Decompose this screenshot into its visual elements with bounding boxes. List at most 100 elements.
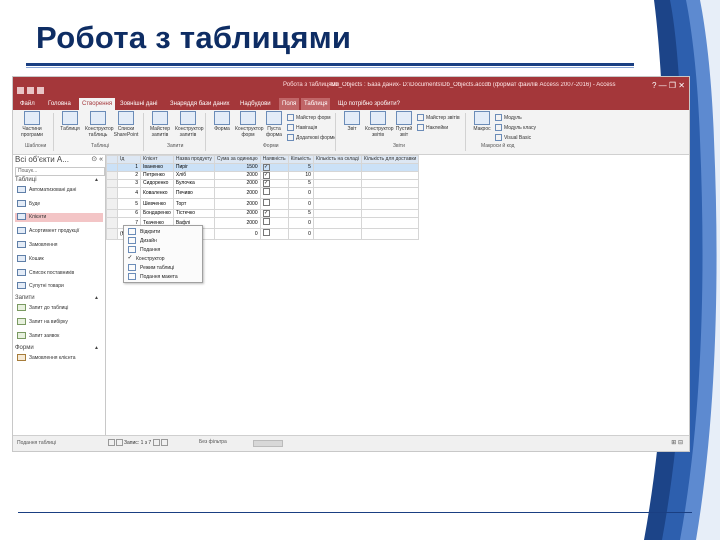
tab-external-data[interactable]: Зовнішні дані	[117, 98, 160, 110]
table-row[interactable]: 6 Бондаренко Тістечко 2000 ✓ 5	[106, 209, 420, 218]
table-cell[interactable]: 4	[117, 187, 141, 199]
nav-item-form[interactable]: Замовлення клієнта	[15, 354, 103, 363]
table-cell[interactable]	[259, 187, 289, 199]
menu-item-layout[interactable]: Подання макета	[124, 273, 202, 282]
table-cell[interactable]: Коваленко	[139, 187, 174, 199]
table-cell[interactable]: 2	[117, 171, 141, 180]
table-cell[interactable]: 5	[287, 163, 314, 172]
table-cell[interactable]: ✓	[259, 171, 289, 180]
view-switcher[interactable]: ⊞ ⊟	[671, 439, 683, 446]
nav-item-table[interactable]: Буде	[15, 200, 103, 209]
tab-fields[interactable]: Поля	[279, 98, 300, 110]
report-button[interactable]: Звіт	[339, 110, 365, 150]
checkbox-unchecked[interactable]	[262, 188, 270, 195]
nav-item-query[interactable]: Запит на вибірку	[15, 318, 103, 327]
table-cell[interactable]: Бондаренко	[139, 209, 174, 218]
table-cell[interactable]	[259, 198, 289, 210]
tab-database-tools[interactable]: Знаряддя бази даних	[167, 98, 233, 110]
nav-item-query[interactable]: Запит заявок	[15, 332, 103, 341]
checkbox-unchecked[interactable]	[262, 218, 270, 225]
table-cell[interactable]	[312, 187, 362, 199]
table-cell[interactable]: 6	[117, 209, 141, 218]
nav-item-table[interactable]: Список поставників	[15, 269, 103, 278]
table-cell[interactable]	[360, 171, 420, 180]
class-module-button[interactable]: Модуль класу	[495, 124, 536, 131]
menu-item-design[interactable]: Дизайн	[124, 237, 202, 246]
table-cell[interactable]: 1500	[213, 163, 261, 172]
nav-section-queries[interactable]: Запити ▲	[15, 295, 101, 301]
menu-item-datasheet[interactable]: Режим таблиці	[124, 264, 202, 273]
table-row[interactable]: 5 Шевченко Торт 2000 0	[106, 198, 420, 210]
table-cell[interactable]	[259, 217, 289, 229]
column-header[interactable]: Сума за одиницю	[213, 155, 261, 164]
last-record-icon[interactable]	[160, 439, 168, 446]
checkbox-checked[interactable]: ✓	[262, 180, 270, 187]
menu-item-view[interactable]: Подання	[124, 246, 202, 255]
table-cell[interactable]: Пиріг	[172, 163, 215, 172]
nav-item-table[interactable]: Кошик	[15, 255, 103, 264]
nav-item-table[interactable]: Автоматизовані дані	[15, 186, 103, 195]
tab-addins[interactable]: Надбудови	[237, 98, 274, 110]
column-header[interactable]: Клієнт	[139, 155, 174, 164]
table-cell[interactable]: 2000	[213, 209, 261, 218]
select-all-cell[interactable]	[106, 155, 118, 164]
table-cell[interactable]: Шевченко	[139, 198, 174, 210]
table-cell[interactable]	[360, 163, 420, 172]
column-header[interactable]: Кількість	[287, 155, 314, 164]
checkbox-checked[interactable]: ✓	[262, 164, 270, 171]
column-header[interactable]: Наявність	[259, 155, 289, 164]
checkbox-checked[interactable]: ✓	[262, 172, 270, 179]
table-cell[interactable]	[360, 187, 420, 199]
table-cell[interactable]: 0	[213, 228, 261, 240]
table-cell[interactable]	[360, 209, 420, 218]
column-header[interactable]: Назва продукту	[172, 155, 215, 164]
nav-pane-header[interactable]: Всі об'єкти A... ⊙ «	[15, 155, 103, 165]
table-cell[interactable]: 3	[117, 179, 141, 188]
table-cell[interactable]: 2000	[213, 187, 261, 199]
table-cell[interactable]: Хліб	[172, 171, 215, 180]
row-selector[interactable]	[106, 163, 118, 172]
form-button[interactable]: Форма	[209, 110, 235, 150]
table-cell[interactable]: 5	[287, 179, 314, 188]
nav-item-table[interactable]: Супутні товари	[15, 282, 103, 291]
table-cell[interactable]	[360, 228, 420, 240]
checkbox-unchecked[interactable]	[262, 199, 270, 206]
visual-basic-button[interactable]: Visual Basic	[495, 134, 531, 141]
nav-section-tables[interactable]: Таблиці ▲	[15, 177, 101, 183]
table-cell[interactable]: 0	[287, 198, 314, 210]
table-cell[interactable]: 5	[117, 198, 141, 210]
form-wizard-button[interactable]: Майстер форм	[287, 114, 331, 121]
more-forms-button[interactable]: Додаткові форми	[287, 134, 336, 141]
report-wizard-button[interactable]: Майстер звітів	[417, 114, 460, 121]
table-cell[interactable]: Булочка	[172, 179, 215, 188]
tab-file[interactable]: Файл	[17, 98, 38, 110]
table-cell[interactable]	[312, 163, 362, 172]
table-cell[interactable]: Іваненко	[139, 163, 174, 172]
table-cell[interactable]: Тістечко	[172, 209, 215, 218]
filter-indicator[interactable]: Без фільтра	[199, 439, 227, 445]
table-cell[interactable]: 2000	[213, 179, 261, 188]
nav-search-input[interactable]: Пошук...	[15, 167, 105, 176]
table-cell[interactable]: Торт	[172, 198, 215, 210]
save-icon[interactable]	[17, 87, 24, 94]
tab-create[interactable]: Створення	[79, 98, 116, 110]
table-cell[interactable]	[312, 179, 362, 188]
row-selector[interactable]	[106, 228, 118, 240]
report-design-button[interactable]: Конструктор звітів	[365, 110, 394, 150]
sharepoint-lists-button[interactable]: Списки SharePoint	[113, 110, 139, 150]
row-selector[interactable]	[106, 209, 118, 218]
table-row[interactable]: 3 Сидоренко Булочка 2000 ✓ 5	[106, 179, 420, 188]
table-cell[interactable]: 2000	[213, 217, 261, 229]
table-row[interactable]: 4 Коваленко Печиво 2000 0	[106, 187, 420, 199]
checkbox-unchecked[interactable]	[262, 229, 270, 236]
table-cell[interactable]	[360, 217, 420, 229]
module-button[interactable]: Модуль	[495, 114, 522, 121]
menu-item-open[interactable]: Відкрити	[124, 228, 202, 237]
column-header[interactable]: Кількість на складі	[312, 155, 362, 164]
window-controls[interactable]: ? — ❐ ✕	[652, 81, 685, 90]
table-cell[interactable]: ✓	[259, 209, 289, 218]
table-cell[interactable]	[312, 217, 362, 229]
table-cell[interactable]	[360, 198, 420, 210]
navigation-button[interactable]: Навігація	[287, 124, 317, 131]
table-cell[interactable]	[259, 228, 289, 240]
